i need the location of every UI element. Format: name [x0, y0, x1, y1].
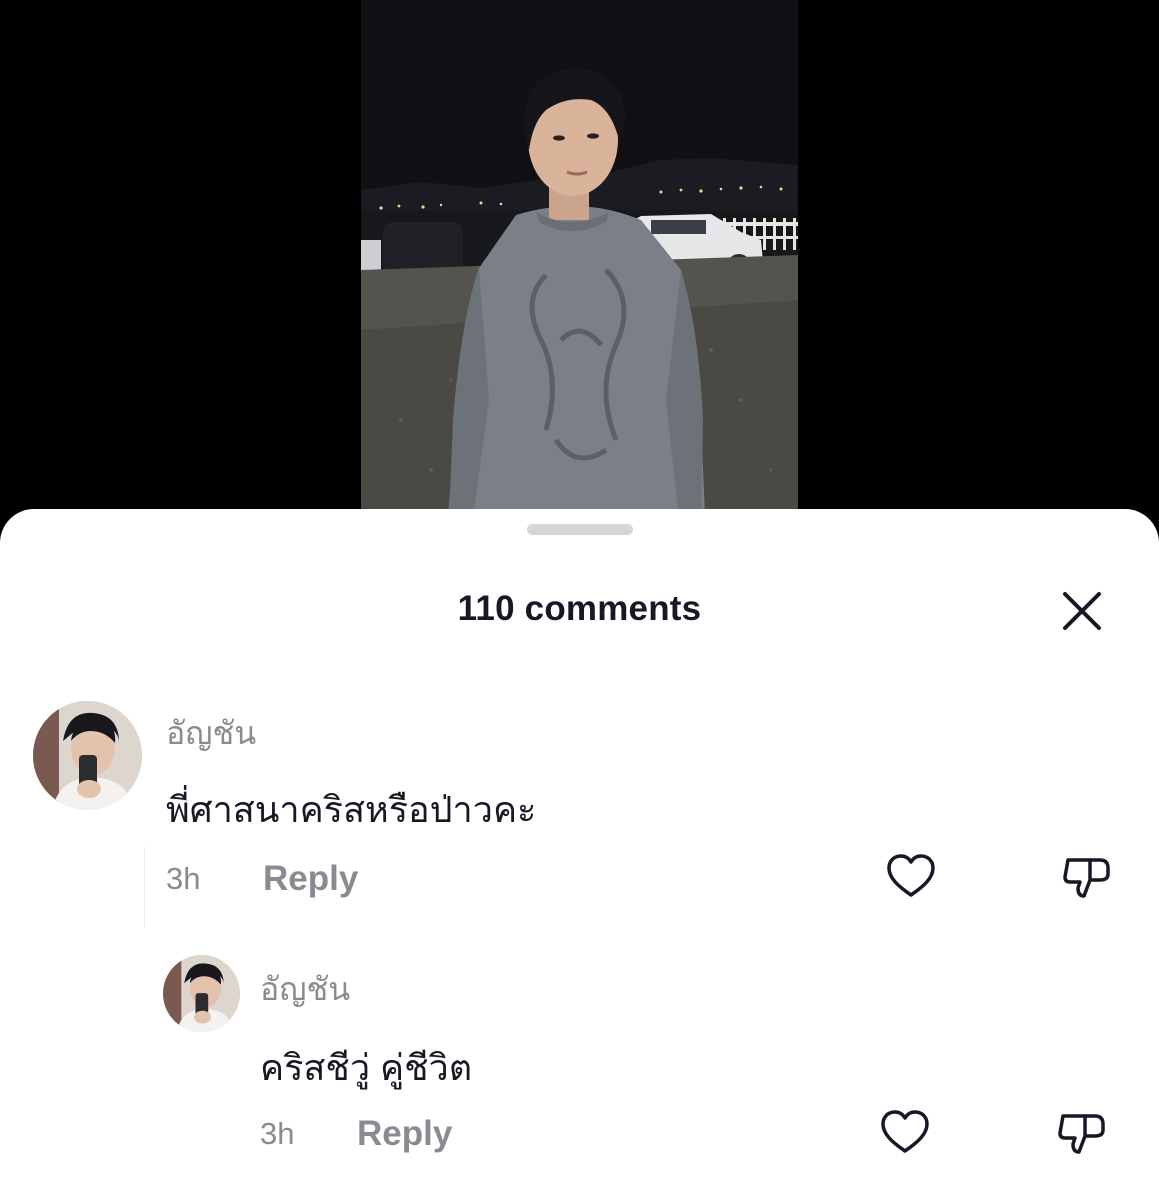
video-thumbnail[interactable]	[361, 0, 798, 540]
comments-sheet: 110 comments อัญชัน พี่ศาสนาคริสหรือป่าว…	[0, 509, 1159, 1200]
reply-item: อัญชัน คริสชีวู่ คู่ชีวิต 3h Reply	[0, 509, 1159, 1200]
heart-icon[interactable]	[878, 1106, 932, 1160]
reply-timestamp: 3h	[260, 1116, 295, 1151]
video-player[interactable]	[0, 0, 1159, 540]
app-screen: 110 comments อัญชัน พี่ศาสนาคริสหรือป่าว…	[0, 0, 1159, 1200]
reply-text: คริสชีวู่ คู่ชีวิต	[260, 1047, 473, 1088]
reply-username[interactable]: อัญชัน	[260, 964, 350, 1015]
thumbs-down-icon[interactable]	[1055, 1106, 1109, 1160]
reply-button[interactable]: Reply	[357, 1114, 452, 1154]
avatar[interactable]	[163, 955, 240, 1032]
